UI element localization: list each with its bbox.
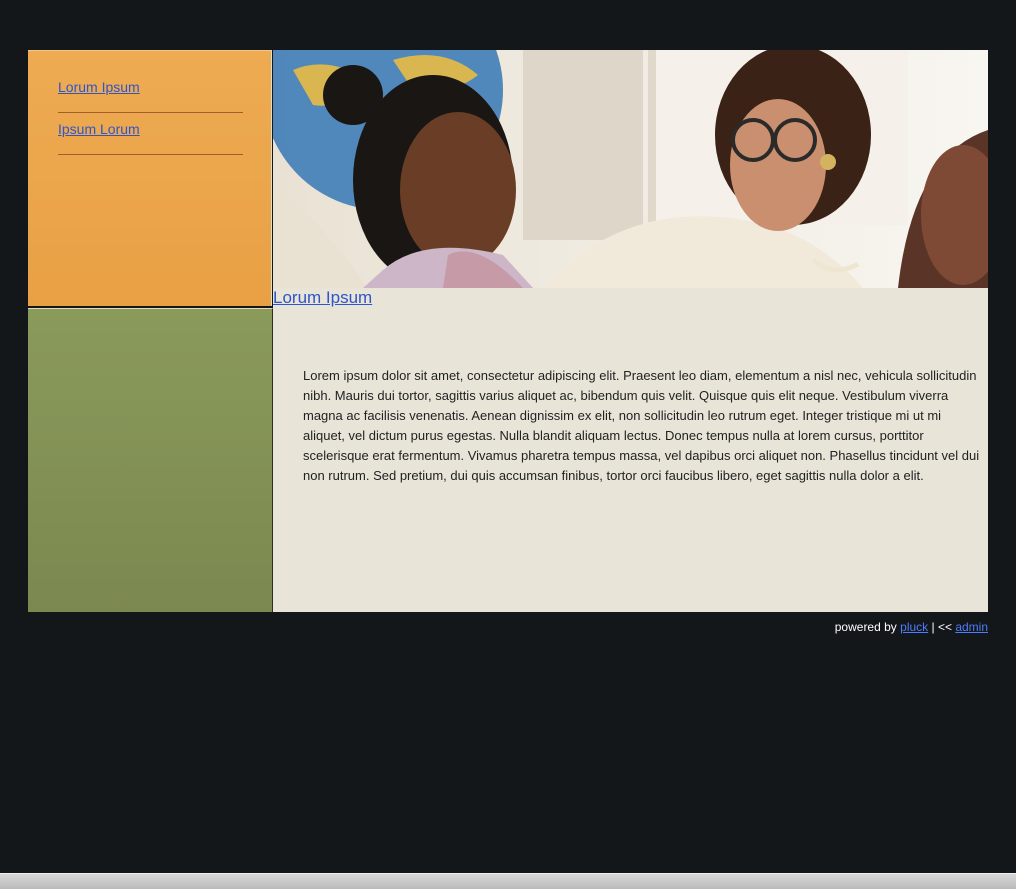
sidebar-item-lorum-ipsum: Lorum Ipsum bbox=[58, 71, 243, 113]
page: Lorum Ipsum Ipsum Lorum Lorum Ipsum Lore… bbox=[0, 0, 1016, 889]
header-photo-illustration bbox=[273, 50, 988, 288]
admin-link[interactable]: admin bbox=[955, 620, 988, 634]
nav-link-lorum-ipsum[interactable]: Lorum Ipsum bbox=[58, 79, 140, 95]
pluck-link[interactable]: pluck bbox=[900, 620, 928, 634]
article-body: Lorem ipsum dolor sit amet, consectetur … bbox=[303, 368, 980, 483]
sidebar-item-ipsum-lorum: Ipsum Lorum bbox=[58, 113, 243, 155]
header-image bbox=[273, 50, 988, 288]
window-bottom-bar bbox=[0, 873, 1016, 889]
footer-separator: | << bbox=[931, 620, 952, 634]
footer-powered-text: powered by bbox=[834, 620, 897, 634]
nav-link-ipsum-lorum[interactable]: Ipsum Lorum bbox=[58, 121, 140, 137]
sidebar-navigation: Lorum Ipsum Ipsum Lorum bbox=[28, 50, 272, 306]
site-container: Lorum Ipsum Ipsum Lorum Lorum Ipsum Lore… bbox=[28, 50, 988, 612]
main-content: Lorum Ipsum Lorem ipsum dolor sit amet, … bbox=[273, 288, 988, 612]
site-footer: powered by pluck | << admin bbox=[835, 620, 988, 634]
nav-list: Lorum Ipsum Ipsum Lorum bbox=[58, 71, 243, 155]
sidebar-decorative-panel bbox=[28, 308, 273, 612]
page-title-link[interactable]: Lorum Ipsum bbox=[273, 288, 372, 308]
